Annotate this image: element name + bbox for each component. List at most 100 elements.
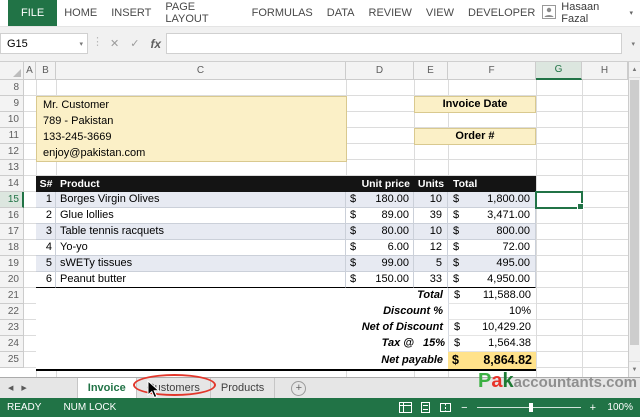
- row-header[interactable]: 10: [0, 112, 24, 128]
- formula-input[interactable]: [166, 33, 622, 54]
- customer-info-block[interactable]: Mr. Customer 789 - Pakistan 133-245-3669…: [36, 96, 347, 162]
- formula-bar-expand-icon[interactable]: ▾: [631, 40, 635, 48]
- sn-cell[interactable]: 1: [36, 192, 56, 208]
- total-cell[interactable]: $72.00: [448, 240, 536, 256]
- new-sheet-button[interactable]: +: [291, 380, 307, 396]
- sn-cell[interactable]: 4: [36, 240, 56, 256]
- tab-page-layout[interactable]: PAGE LAYOUT: [158, 0, 244, 26]
- invoice-date-label-cell[interactable]: Invoice Date: [414, 96, 536, 113]
- customer-name-cell[interactable]: Mr. Customer: [43, 97, 346, 113]
- unit-price-cell[interactable]: $150.00: [346, 272, 414, 288]
- row-header[interactable]: 14: [0, 176, 24, 192]
- total-cell[interactable]: $495.00: [448, 256, 536, 272]
- net-of-discount-value-cell[interactable]: $10,429.20: [448, 320, 536, 336]
- units-cell[interactable]: 5: [414, 256, 448, 272]
- tab-developer[interactable]: DEVELOPER: [461, 0, 542, 26]
- units-cell[interactable]: 33: [414, 272, 448, 288]
- units-cell[interactable]: 39: [414, 208, 448, 224]
- row-header-15[interactable]: 15: [0, 192, 24, 208]
- total-cell[interactable]: $800.00: [448, 224, 536, 240]
- row-header[interactable]: 19: [0, 256, 24, 272]
- tab-view[interactable]: VIEW: [419, 0, 461, 26]
- header-units[interactable]: Units: [414, 176, 448, 192]
- units-cell[interactable]: 12: [414, 240, 448, 256]
- product-cell[interactable]: Table tennis racquets: [56, 224, 346, 240]
- scrollbar-thumb[interactable]: [630, 80, 639, 345]
- column-header-a[interactable]: A: [24, 62, 36, 80]
- tab-file[interactable]: FILE: [8, 0, 58, 26]
- discount-value-cell[interactable]: 10%: [448, 304, 536, 320]
- product-cell[interactable]: Yo-yo: [56, 240, 346, 256]
- row-header[interactable]: 8: [0, 80, 24, 96]
- name-box-dropdown-icon[interactable]: ▾: [79, 40, 87, 48]
- vertical-scrollbar[interactable]: ▲ ▼: [628, 62, 640, 377]
- select-all-button[interactable]: [0, 62, 24, 80]
- row-header[interactable]: 9: [0, 96, 24, 112]
- customer-email-cell[interactable]: enjoy@pakistan.com: [43, 145, 346, 161]
- net-payable-value-cell[interactable]: $8,864.82: [448, 352, 536, 369]
- zoom-slider-thumb[interactable]: [528, 403, 533, 412]
- product-cell[interactable]: Glue lollies: [56, 208, 346, 224]
- row-header[interactable]: 22: [0, 304, 24, 320]
- sheet-nav-next-icon[interactable]: ▶: [17, 378, 30, 398]
- row-header[interactable]: 13: [0, 160, 24, 176]
- scroll-up-icon[interactable]: ▲: [629, 62, 640, 78]
- header-unit-price[interactable]: Unit price: [346, 176, 414, 192]
- net-payable-label[interactable]: Net payable: [36, 352, 448, 369]
- unit-price-cell[interactable]: $89.00: [346, 208, 414, 224]
- sheet-nav-prev-icon[interactable]: ◀: [0, 378, 17, 398]
- active-cell-selection[interactable]: [535, 191, 584, 210]
- sn-cell[interactable]: 2: [36, 208, 56, 224]
- unit-price-cell[interactable]: $6.00: [346, 240, 414, 256]
- net-of-discount-label[interactable]: Net of Discount: [36, 320, 448, 336]
- row-header[interactable]: 17: [0, 224, 24, 240]
- product-cell[interactable]: Borges Virgin Olives: [56, 192, 346, 208]
- units-cell[interactable]: 10: [414, 224, 448, 240]
- row-header[interactable]: 16: [0, 208, 24, 224]
- row-header[interactable]: 12: [0, 144, 24, 160]
- sn-cell[interactable]: 5: [36, 256, 56, 272]
- view-normal-icon[interactable]: [399, 402, 413, 413]
- customer-address-cell[interactable]: 789 - Pakistan: [43, 113, 346, 129]
- account-dropdown-icon[interactable]: ▾: [629, 9, 633, 17]
- tax-label[interactable]: Tax @: [36, 336, 414, 352]
- total-cell[interactable]: $4,950.00: [448, 272, 536, 288]
- column-header-c[interactable]: C: [56, 62, 346, 80]
- row-header[interactable]: 11: [0, 128, 24, 144]
- sheet-tab-invoice[interactable]: Invoice: [76, 378, 137, 398]
- tax-value-cell[interactable]: $1,564.38: [448, 336, 536, 352]
- column-header-f[interactable]: F: [448, 62, 536, 80]
- sheet-tab-products[interactable]: Products: [211, 378, 276, 398]
- formula-bar-splitter-icon[interactable]: ⋮: [92, 35, 103, 48]
- zoom-level[interactable]: 100%: [605, 402, 633, 413]
- total-label[interactable]: Total: [36, 288, 448, 304]
- tab-data[interactable]: DATA: [320, 0, 362, 26]
- sn-cell[interactable]: 6: [36, 272, 56, 288]
- zoom-in-button[interactable]: +: [588, 402, 598, 414]
- total-value-cell[interactable]: $11,588.00: [448, 288, 536, 304]
- header-product[interactable]: Product: [56, 176, 346, 192]
- zoom-out-button[interactable]: −: [459, 402, 469, 414]
- row-header[interactable]: 23: [0, 320, 24, 336]
- column-header-b[interactable]: B: [36, 62, 56, 80]
- sn-cell[interactable]: 3: [36, 224, 56, 240]
- tab-insert[interactable]: INSERT: [104, 0, 158, 26]
- column-header-e[interactable]: E: [414, 62, 448, 80]
- header-sn[interactable]: S#: [36, 176, 56, 192]
- row-header[interactable]: 25: [0, 352, 24, 368]
- tab-formulas[interactable]: FORMULAS: [245, 0, 320, 26]
- row-header[interactable]: 21: [0, 288, 24, 304]
- tab-review[interactable]: REVIEW: [362, 0, 419, 26]
- tax-rate-cell[interactable]: 15%: [414, 336, 448, 352]
- enter-icon[interactable]: ✓: [130, 37, 139, 50]
- zoom-slider[interactable]: [476, 402, 581, 413]
- units-cell[interactable]: 10: [414, 192, 448, 208]
- header-total[interactable]: Total: [448, 176, 536, 192]
- tab-home[interactable]: HOME: [57, 0, 104, 26]
- total-cell[interactable]: $1,800.00: [448, 192, 536, 208]
- product-cell[interactable]: sWETy tissues: [56, 256, 346, 272]
- cancel-icon[interactable]: ✕: [110, 37, 119, 50]
- order-number-label-cell[interactable]: Order #: [414, 128, 536, 145]
- discount-label[interactable]: Discount %: [36, 304, 448, 320]
- column-header-h[interactable]: H: [582, 62, 628, 80]
